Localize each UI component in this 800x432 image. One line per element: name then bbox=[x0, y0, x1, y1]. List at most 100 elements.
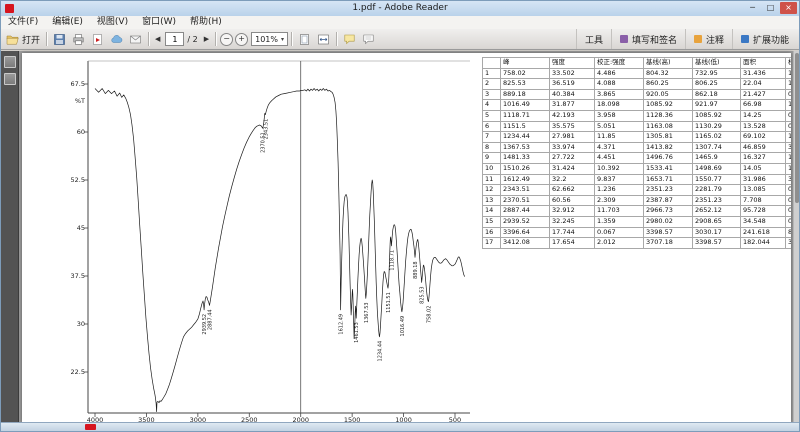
table-cell: 920.05 bbox=[643, 88, 693, 101]
table-cell: 3396.64 bbox=[500, 226, 550, 239]
scrollbar-thumb[interactable] bbox=[794, 53, 799, 203]
table-cell: 241.618 bbox=[740, 226, 786, 239]
email-button[interactable] bbox=[126, 31, 145, 48]
table-cell: 22.04 bbox=[740, 78, 786, 90]
table-cell: 1550.77 bbox=[692, 173, 741, 186]
table-cell: 2281.79 bbox=[692, 184, 741, 196]
comment-tools-button[interactable] bbox=[340, 31, 359, 48]
page-number-input[interactable] bbox=[165, 32, 185, 46]
panel-buttons: 工具 填写和签名 注释 扩展功能 bbox=[575, 29, 797, 49]
table-cell: 1413.82 bbox=[643, 141, 693, 154]
navigation-rail bbox=[1, 51, 19, 423]
panel-button-label: 填写和签名 bbox=[631, 35, 677, 46]
separator bbox=[336, 32, 338, 46]
menu-item[interactable]: 帮助(H) bbox=[183, 16, 229, 29]
table-cell: 13.528 bbox=[740, 120, 786, 133]
table-cell: 1307.74 bbox=[692, 141, 741, 154]
peak-annotation: 1118.71 bbox=[389, 250, 395, 271]
table-cell: 34.548 bbox=[740, 215, 786, 228]
zoom-out-button[interactable]: − bbox=[220, 32, 234, 46]
print-button[interactable] bbox=[69, 31, 88, 48]
table-cell: 17.744 bbox=[549, 226, 595, 239]
table-cell: 8 bbox=[482, 141, 501, 154]
table-cell: 889.18 bbox=[500, 88, 550, 101]
table-cell: 18.098 bbox=[594, 99, 644, 111]
table-cell: 4.451 bbox=[594, 152, 644, 164]
table-cell: 11.85 bbox=[594, 131, 644, 143]
taskbar-adobe-reader-icon[interactable] bbox=[85, 424, 96, 430]
fit-width-button[interactable] bbox=[314, 31, 333, 48]
adobe-reader-window: 1.pdf - Adobe Reader ─ □ × 文件(F) 编辑(E) 视图(… bbox=[0, 0, 800, 432]
table-cell: 2887.44 bbox=[500, 205, 550, 217]
menu-item[interactable]: 视图(V) bbox=[90, 16, 135, 29]
cloud-icon bbox=[111, 34, 123, 43]
table-cell: 1163.08 bbox=[643, 120, 693, 133]
page-total-label: / 2 bbox=[187, 34, 198, 44]
bookmarks-icon[interactable] bbox=[3, 73, 16, 85]
open-button[interactable]: 打开 bbox=[3, 31, 43, 48]
table-cell: 3.958 bbox=[594, 109, 644, 122]
peak-annotation: 889.18 bbox=[413, 261, 419, 279]
fit-width-icon bbox=[318, 34, 329, 44]
zoom-in-button[interactable]: + bbox=[235, 32, 249, 46]
sticky-note-button[interactable] bbox=[359, 31, 378, 48]
panel-button-extended[interactable]: 扩展功能 bbox=[731, 29, 797, 49]
toolbar: 打开 ◀ 1 / 2 ▶ − + 101% ▾ 工具 填写和签名 注释 扩展功能 bbox=[1, 29, 799, 50]
previous-page-button[interactable]: ◀ bbox=[152, 31, 163, 48]
table-cell: 0.329 bbox=[785, 194, 791, 207]
menu-item[interactable]: 编辑(E) bbox=[45, 16, 90, 29]
table-cell: 33.974 bbox=[549, 141, 595, 154]
table-cell: 10 bbox=[482, 162, 501, 175]
table-cell: 1305.81 bbox=[643, 131, 693, 143]
vertical-scrollbar[interactable] bbox=[793, 51, 799, 423]
panel-button-comment[interactable]: 注释 bbox=[684, 29, 732, 49]
table-cell: 14.05 bbox=[740, 162, 786, 175]
zoom-level-select[interactable]: 101% ▾ bbox=[251, 32, 289, 46]
table-cell: 10.392 bbox=[594, 162, 644, 175]
table-cell: 1510.26 bbox=[500, 162, 550, 175]
svg-text:37.5: 37.5 bbox=[71, 272, 85, 280]
menubar: 文件(F) 编辑(E) 视图(V) 窗口(W) 帮助(H) bbox=[1, 16, 799, 30]
titlebar[interactable]: 1.pdf - Adobe Reader ─ □ × bbox=[1, 1, 799, 17]
fit-page-button[interactable] bbox=[295, 31, 314, 48]
page-thumbnails-icon[interactable] bbox=[3, 56, 16, 68]
next-page-button[interactable]: ▶ bbox=[201, 31, 212, 48]
save-button[interactable] bbox=[50, 31, 69, 48]
panel-button-label: 注释 bbox=[705, 35, 724, 46]
table-row: 17 3412.08 17.654 2.012 3707.18 3398.57 182.04… bbox=[482, 237, 791, 249]
table-cell: 2.309 bbox=[594, 194, 644, 207]
close-button[interactable]: × bbox=[780, 2, 797, 14]
table-cell: 2908.65 bbox=[692, 215, 741, 228]
panel-button-tools[interactable]: 工具 bbox=[575, 29, 611, 49]
table-cell: 35.575 bbox=[549, 120, 595, 133]
table-cell: 1016.49 bbox=[500, 99, 550, 111]
table-row: 10 1510.26 31.424 10.392 1533.41 1498.69 14.05… bbox=[482, 162, 791, 175]
taskbar[interactable] bbox=[1, 422, 799, 431]
table-cell: 1.359 bbox=[594, 215, 644, 228]
table-header-cell: 面积 bbox=[740, 57, 786, 69]
zoom-out-icon: − bbox=[223, 34, 230, 43]
table-cell: 3398.57 bbox=[643, 226, 693, 239]
maximize-button[interactable]: □ bbox=[762, 2, 779, 14]
table-cell: 17.654 bbox=[549, 237, 595, 249]
separator bbox=[291, 32, 293, 46]
table-cell: 27.722 bbox=[549, 152, 595, 164]
svg-text:52.5: 52.5 bbox=[71, 176, 85, 184]
table-cell: 31.986 bbox=[740, 173, 786, 186]
table-cell: 6 bbox=[482, 120, 501, 133]
table-cell: 11.703 bbox=[594, 205, 644, 217]
table-cell: 1533.41 bbox=[643, 162, 693, 175]
panel-button-fill-sign[interactable]: 填写和签名 bbox=[610, 29, 685, 49]
export-pdf-button[interactable] bbox=[88, 31, 107, 48]
cloud-button[interactable] bbox=[107, 31, 126, 48]
svg-text:22.5: 22.5 bbox=[71, 368, 85, 376]
table-row: 91481.3327.7224.4511496.761465.916.3271.… bbox=[482, 152, 791, 164]
menu-item[interactable]: 文件(F) bbox=[1, 16, 45, 29]
pdf-page: 67.5 60 52.5 45 37.5 30 22.5 %T 4000 3500 3000 2500… bbox=[22, 53, 791, 423]
menu-item[interactable]: 窗口(W) bbox=[135, 16, 183, 29]
table-cell: 33.502 bbox=[549, 67, 595, 80]
table-header-cell: 强度 bbox=[549, 57, 595, 69]
minimize-button[interactable]: ─ bbox=[744, 2, 761, 14]
table-cell: 66.98 bbox=[740, 99, 786, 111]
peak-annotation: 1612.49 bbox=[339, 314, 345, 335]
